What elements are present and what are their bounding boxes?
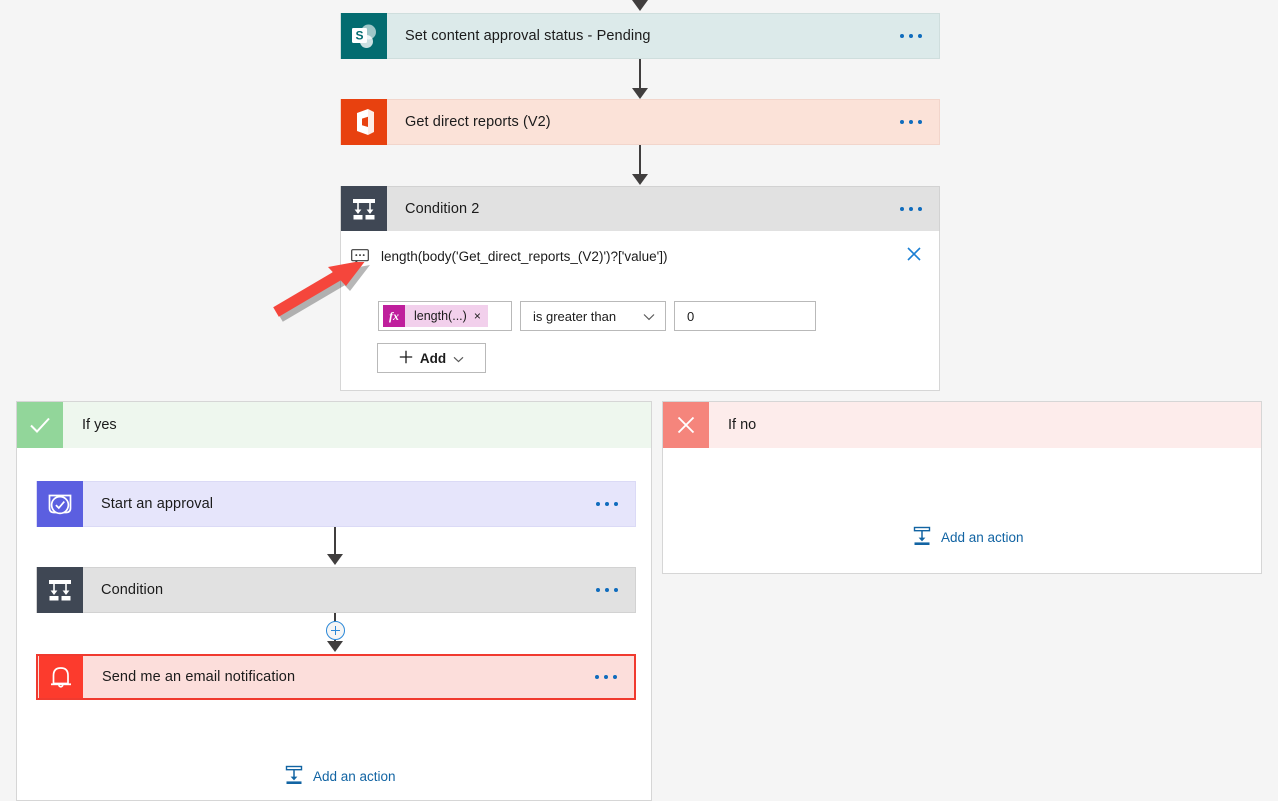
- branch-if-no-header: If no: [663, 402, 1261, 448]
- notification-bell-icon: [39, 656, 83, 698]
- connector-arrow-4: [327, 641, 343, 652]
- notification-bell-icon-wrap: [38, 656, 84, 698]
- sharepoint-icon-wrap: S: [341, 14, 387, 58]
- expression-token[interactable]: fx length(...) ×: [383, 305, 488, 327]
- add-condition-row-button[interactable]: Add: [377, 343, 486, 373]
- add-button-label: Add: [420, 351, 446, 366]
- approvals-icon: [37, 481, 83, 527]
- connector-line-2: [639, 145, 641, 175]
- branch-if-no-label: If no: [709, 402, 1261, 448]
- condition-row-controls: fx length(...) × is greater than 0: [378, 301, 816, 331]
- action-title: Set content approval status - Pending: [387, 14, 883, 58]
- connector-arrow-1: [632, 88, 648, 99]
- chevron-down-icon: [453, 351, 464, 366]
- action-title: Get direct reports (V2): [387, 100, 883, 144]
- condition-left-operand-field[interactable]: fx length(...) ×: [378, 301, 512, 331]
- action-card-condition[interactable]: Condition: [36, 567, 636, 613]
- condition-value-input[interactable]: 0: [674, 301, 816, 331]
- expression-token-label: length(...): [405, 309, 474, 323]
- condition-icon: [37, 567, 83, 613]
- condition-value-text: 0: [687, 309, 694, 324]
- action-card-start-an-approval[interactable]: Start an approval: [36, 481, 636, 527]
- overflow-menu-button[interactable]: [883, 187, 939, 231]
- condition-icon-wrap: [341, 187, 387, 231]
- condition-operator-dropdown[interactable]: is greater than: [520, 301, 666, 331]
- fx-icon: fx: [383, 305, 405, 327]
- plus-circle-icon[interactable]: [326, 621, 345, 640]
- overflow-menu-button[interactable]: [578, 656, 634, 698]
- connector-line-1: [639, 59, 641, 89]
- branch-if-yes-label: If yes: [63, 402, 651, 448]
- plus-icon: [399, 350, 413, 367]
- office365-users-icon: [341, 99, 387, 145]
- connector-line-3: [334, 527, 336, 555]
- condition-icon: [341, 186, 387, 232]
- svg-text:S: S: [355, 29, 363, 43]
- flow-designer-canvas: S Set content approval status - Pending …: [0, 0, 1278, 801]
- connector-arrow-3: [327, 554, 343, 565]
- overflow-menu-button[interactable]: [579, 568, 635, 612]
- overflow-menu-button[interactable]: [579, 482, 635, 526]
- connector-arrow-2: [632, 174, 648, 185]
- overflow-menu-button[interactable]: [883, 100, 939, 144]
- add-action-icon: [284, 765, 304, 788]
- add-action-icon: [912, 526, 932, 549]
- checkmark-icon: [17, 402, 63, 448]
- office365-users-icon-wrap: [341, 100, 387, 144]
- action-title: Condition 2: [387, 187, 883, 231]
- condition-expression-row: length(body('Get_direct_reports_(V2)')?[…: [341, 239, 939, 273]
- approvals-icon-wrap: [37, 482, 83, 526]
- add-action-label: Add an action: [941, 530, 1024, 545]
- overflow-menu-button[interactable]: [883, 14, 939, 58]
- close-x-icon: [663, 402, 709, 448]
- action-card-get-direct-reports[interactable]: Get direct reports (V2): [340, 99, 940, 145]
- action-card-condition-2[interactable]: Condition 2: [340, 186, 940, 232]
- chevron-down-icon: [643, 309, 655, 324]
- condition-expression-text: length(body('Get_direct_reports_(V2)')?[…: [381, 249, 667, 264]
- add-action-label: Add an action: [313, 769, 396, 784]
- condition-icon-wrap: [37, 568, 83, 612]
- sharepoint-icon: S: [341, 13, 387, 59]
- branch-if-yes-header: If yes: [17, 402, 651, 448]
- tooltip-icon: [351, 249, 369, 263]
- action-title: Condition: [83, 568, 579, 612]
- connector-arrow-into-step-1: [632, 0, 648, 11]
- action-card-set-content-approval-status[interactable]: S Set content approval status - Pending: [340, 13, 940, 59]
- add-action-button-if-no[interactable]: Add an action: [912, 526, 1024, 549]
- action-title: Send me an email notification: [84, 656, 578, 698]
- action-card-send-me-an-email-notification[interactable]: Send me an email notification: [36, 654, 636, 700]
- action-title: Start an approval: [83, 482, 579, 526]
- close-icon[interactable]: [903, 243, 925, 265]
- condition-operator-value: is greater than: [533, 309, 616, 324]
- add-action-button-if-yes[interactable]: Add an action: [284, 765, 396, 788]
- expression-token-dismiss-icon[interactable]: ×: [474, 309, 488, 323]
